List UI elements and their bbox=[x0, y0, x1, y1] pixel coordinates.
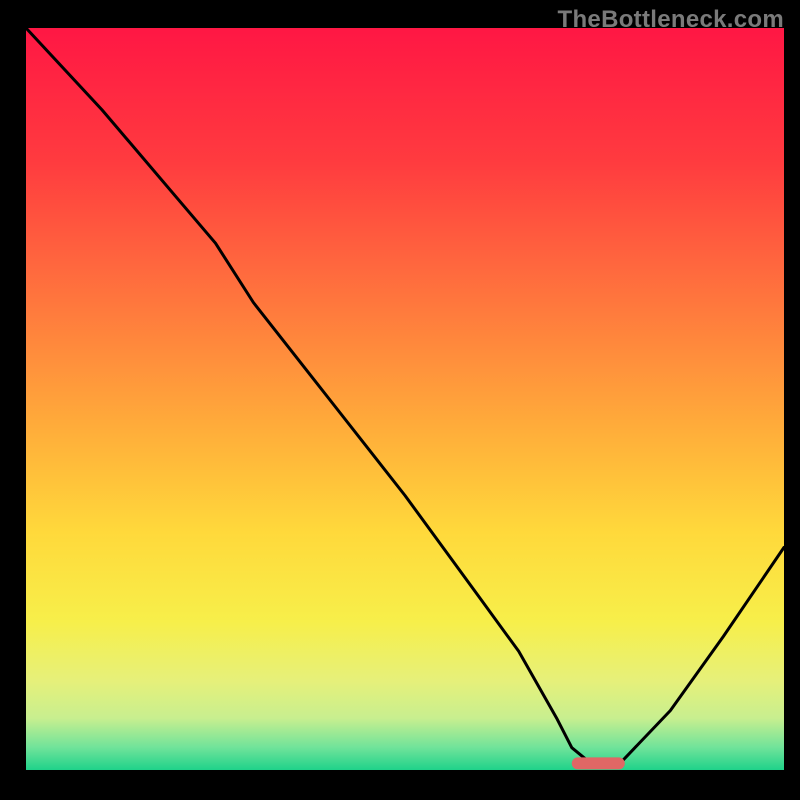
optimal-range-marker bbox=[572, 757, 625, 769]
chart-frame: TheBottleneck.com bbox=[0, 0, 800, 800]
gradient-background bbox=[26, 28, 784, 770]
watermark-label: TheBottleneck.com bbox=[558, 6, 784, 34]
bottleneck-chart bbox=[0, 0, 800, 800]
